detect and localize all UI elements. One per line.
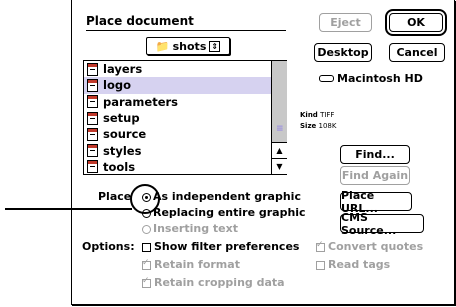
place-url-button[interactable]: Place URL... xyxy=(340,189,412,215)
list-item[interactable]: source xyxy=(84,126,286,142)
document-icon xyxy=(87,111,98,125)
radio-replacing-graphic[interactable]: Replacing entire graphic xyxy=(142,206,306,219)
ok-button[interactable]: OK xyxy=(385,9,447,36)
eject-button[interactable]: Eject xyxy=(319,13,372,32)
checkbox-icon[interactable] xyxy=(142,258,151,270)
find-button[interactable]: Find... xyxy=(340,145,410,164)
list-item[interactable]: layers xyxy=(84,61,286,77)
cms-source-button[interactable]: CMS Source... xyxy=(340,211,424,237)
radio-inserting-text[interactable]: Inserting text xyxy=(142,222,238,235)
show-filter-checkbox[interactable]: Show filter preferences xyxy=(142,240,299,253)
place-label: Place xyxy=(98,190,132,203)
desktop-button[interactable]: Desktop xyxy=(314,43,372,62)
cancel-button[interactable]: Cancel xyxy=(389,43,445,62)
checkbox-icon[interactable] xyxy=(316,240,325,252)
radio-icon[interactable] xyxy=(142,224,151,234)
file-list[interactable]: layers logo parameters setup source styl… xyxy=(83,60,287,175)
kind-info: Kind TIFF xyxy=(300,111,335,119)
document-icon xyxy=(87,127,98,141)
size-info: Size 108K xyxy=(300,122,337,130)
retain-format-checkbox[interactable]: Retain format xyxy=(142,258,240,271)
list-item[interactable]: tools xyxy=(84,159,286,174)
list-item[interactable]: setup xyxy=(84,110,286,126)
checkbox-icon[interactable] xyxy=(316,260,325,270)
callout-circle xyxy=(130,184,160,214)
document-icon xyxy=(87,160,98,174)
folder-icon: 📁 xyxy=(155,39,170,53)
retain-cropping-checkbox[interactable]: Retain cropping data xyxy=(142,276,285,289)
options-label: Options: xyxy=(82,240,135,253)
folder-popup[interactable]: 📁 shots ⇕ xyxy=(146,37,230,55)
list-item[interactable]: parameters xyxy=(84,94,286,110)
read-tags-checkbox[interactable]: Read tags xyxy=(316,258,390,271)
radio-independent-graphic[interactable]: As independent graphic xyxy=(142,190,301,203)
document-icon xyxy=(87,62,98,76)
hard-disk-icon xyxy=(319,75,334,82)
folder-popup-label: shots xyxy=(172,39,207,53)
document-icon xyxy=(87,144,98,158)
checkbox-icon[interactable] xyxy=(142,276,151,288)
dialog-title: Place document xyxy=(86,14,194,28)
scroll-down-arrow-icon[interactable]: ▼ xyxy=(272,158,287,174)
callout-line xyxy=(5,208,132,210)
disk-name: Macintosh HD xyxy=(319,72,423,85)
scroll-thumb-icon[interactable]: ≡ xyxy=(276,124,284,134)
document-icon xyxy=(87,78,98,92)
title-divider xyxy=(86,30,286,31)
document-icon xyxy=(87,95,98,109)
convert-quotes-checkbox[interactable]: Convert quotes xyxy=(316,240,423,253)
find-again-button[interactable]: Find Again xyxy=(340,166,410,185)
file-list-scrollbar[interactable]: ≡ ▲ ▼ xyxy=(271,61,287,174)
list-item[interactable]: styles xyxy=(84,142,286,158)
checkbox-icon[interactable] xyxy=(142,242,151,252)
list-item-selected[interactable]: logo xyxy=(84,77,286,94)
popup-arrows-icon: ⇕ xyxy=(209,40,221,52)
scroll-up-arrow-icon[interactable]: ▲ xyxy=(272,142,287,158)
